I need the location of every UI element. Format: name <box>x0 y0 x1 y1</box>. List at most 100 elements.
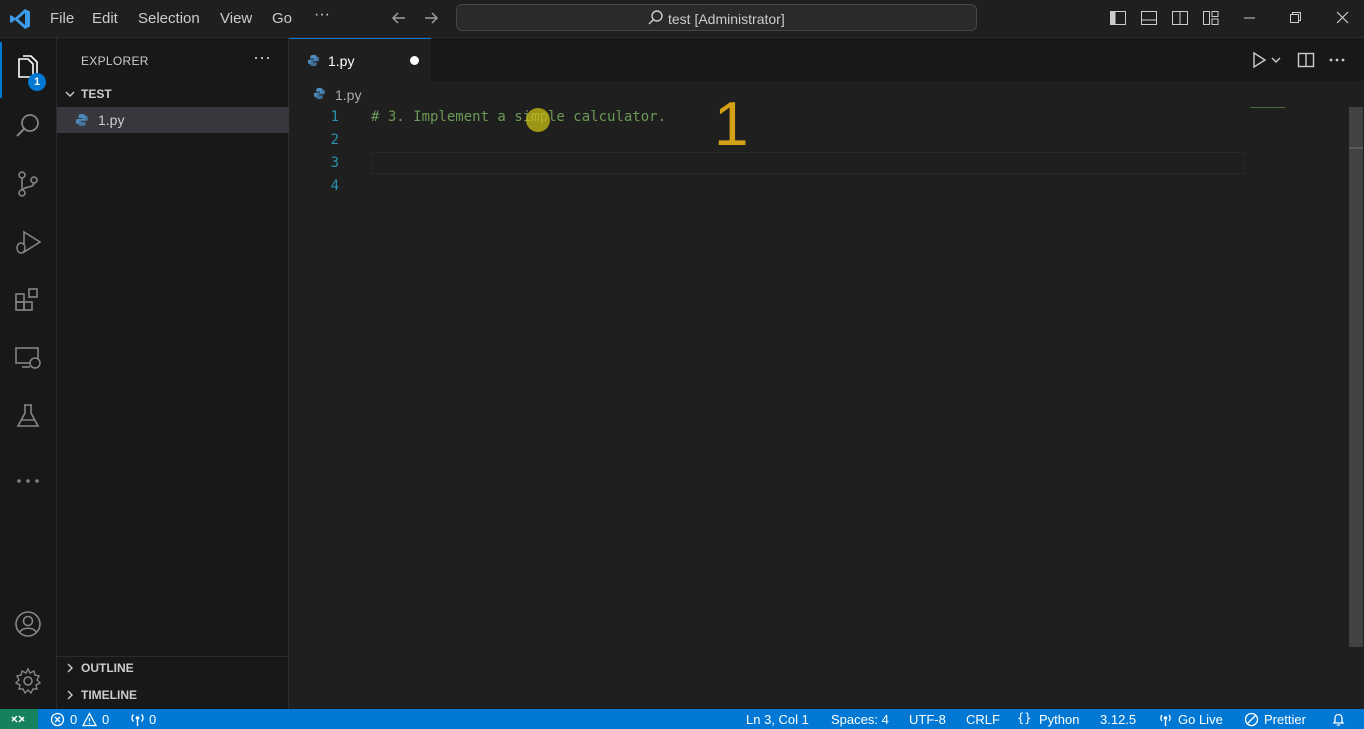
breadcrumb: 1.py <box>289 81 1364 107</box>
source-control-icon <box>18 171 38 197</box>
cursor-position[interactable]: Ln 3, Col 1 <box>746 712 809 727</box>
explorer-sidebar: EXPLORER ··· TEST 1.py OUTLINE TIMELINE <box>57 38 289 709</box>
file-name: 1.py <box>98 112 125 128</box>
account-icon <box>15 611 41 637</box>
explorer-title: EXPLORER <box>81 54 149 68</box>
active-indicator <box>0 42 2 98</box>
file-encoding[interactable]: UTF-8 <box>909 712 946 727</box>
restore-icon[interactable] <box>1287 9 1305 27</box>
explorer-badge: 1 <box>28 73 46 91</box>
go-live-broadcast-icon[interactable] <box>1158 712 1173 727</box>
indentation[interactable]: Spaces: 4 <box>831 712 889 727</box>
run-python-icon[interactable] <box>1249 50 1269 70</box>
editor-tab-bar: 1.py <box>289 38 1364 81</box>
python-file-icon <box>76 114 88 126</box>
activity-accounts[interactable] <box>0 598 57 646</box>
tab-label: 1.py <box>328 53 355 69</box>
menu-more[interactable]: ··· <box>314 6 330 24</box>
gear-icon <box>14 667 42 695</box>
close-window-icon[interactable] <box>1334 9 1352 27</box>
language-braces-icon[interactable]: {} <box>1017 711 1031 725</box>
ports-broadcast-icon[interactable] <box>130 712 145 727</box>
customize-layout-icon[interactable] <box>1202 9 1220 27</box>
run-debug-icon <box>16 230 42 254</box>
search-icon <box>648 10 663 25</box>
file-item-1py[interactable]: 1.py <box>57 107 289 133</box>
minimap[interactable] <box>1250 107 1285 108</box>
command-center-search[interactable]: test [Administrator] <box>456 4 977 31</box>
scrollbar-cursor-marker <box>1349 147 1363 149</box>
search-icon <box>16 114 39 137</box>
prettier-status[interactable]: Prettier <box>1264 712 1306 727</box>
menu-file[interactable]: File <box>50 10 74 27</box>
outline-section[interactable]: OUTLINE <box>57 657 289 679</box>
title-bar: File Edit Selection View Go ··· test [Ad… <box>0 0 1364 38</box>
timeline-label: TIMELINE <box>81 688 137 702</box>
activity-extensions[interactable] <box>0 274 57 322</box>
toggle-secondary-sidebar-icon[interactable] <box>1171 9 1189 27</box>
activity-source-control[interactable] <box>0 158 57 206</box>
forward-arrow-icon[interactable] <box>421 8 441 28</box>
split-editor-icon[interactable] <box>1296 50 1316 70</box>
unsaved-dot-icon[interactable] <box>410 56 419 65</box>
remote-explorer-icon <box>15 347 41 369</box>
code-line[interactable]: # 3. Implement a simple calculator. <box>371 109 666 125</box>
run-dropdown-chevron-icon[interactable] <box>1269 50 1283 70</box>
back-arrow-icon[interactable] <box>389 8 409 28</box>
warning-count[interactable]: 0 <box>102 712 109 727</box>
vertical-scrollbar[interactable] <box>1349 107 1363 647</box>
python-version[interactable]: 3.12.5 <box>1100 712 1136 727</box>
end-of-line[interactable]: CRLF <box>966 712 1000 727</box>
editor-more-actions-icon[interactable] <box>1327 50 1347 70</box>
activity-bar: 1 <box>0 38 57 709</box>
chevron-down-icon <box>65 91 75 97</box>
search-text: test [Administrator] <box>668 11 785 27</box>
mouse-cursor-highlight <box>526 108 550 132</box>
notifications-bell-icon[interactable] <box>1331 712 1346 727</box>
remote-indicator[interactable] <box>0 709 38 729</box>
outline-label: OUTLINE <box>81 661 134 675</box>
prettier-disabled-icon[interactable] <box>1244 712 1259 727</box>
extensions-icon <box>15 288 38 311</box>
folder-name: TEST <box>81 87 112 101</box>
python-file-icon <box>307 54 320 67</box>
current-line-highlight <box>371 152 1245 174</box>
toggle-panel-icon[interactable] <box>1140 9 1158 27</box>
ports-count[interactable]: 0 <box>149 712 156 727</box>
activity-run-debug[interactable] <box>0 216 57 264</box>
activity-manage[interactable] <box>0 655 57 703</box>
activity-testing[interactable] <box>0 390 57 438</box>
menu-selection[interactable]: Selection <box>138 10 200 27</box>
timeline-section[interactable]: TIMELINE <box>57 684 289 706</box>
activity-search[interactable] <box>0 100 57 148</box>
step-annotation: 1 <box>714 90 749 159</box>
code-editor[interactable]: 1 2 3 4 # 3. Implement a simple calculat… <box>289 90 1364 709</box>
line-number: 1 <box>330 109 339 125</box>
chevron-right-icon <box>67 663 73 673</box>
folder-section-test[interactable]: TEST <box>57 83 289 105</box>
menu-view[interactable]: View <box>220 10 252 27</box>
error-count[interactable]: 0 <box>70 712 77 727</box>
status-bar: 0 0 0 Ln 3, Col 1 Spaces: 4 UTF-8 CRLF {… <box>0 709 1364 729</box>
activity-remote-explorer[interactable] <box>0 332 57 380</box>
more-dots-icon <box>17 479 39 483</box>
warning-icon[interactable] <box>82 712 97 727</box>
explorer-more-button[interactable]: ··· <box>253 47 271 68</box>
menu-edit[interactable]: Edit <box>92 10 118 27</box>
menu-go[interactable]: Go <box>272 10 292 27</box>
tab-1py[interactable]: 1.py <box>289 38 431 81</box>
line-number: 4 <box>330 178 339 194</box>
activity-more[interactable] <box>0 448 57 496</box>
language-mode[interactable]: Python <box>1039 712 1079 727</box>
vscode-logo-icon <box>10 9 30 29</box>
go-live-button[interactable]: Go Live <box>1178 712 1223 727</box>
toggle-primary-sidebar-icon[interactable] <box>1109 9 1127 27</box>
error-icon[interactable] <box>50 712 65 727</box>
line-number: 2 <box>330 132 339 148</box>
minimize-icon[interactable] <box>1241 9 1259 27</box>
activity-explorer[interactable]: 1 <box>0 42 57 98</box>
breadcrumb-file[interactable]: 1.py <box>335 87 361 103</box>
python-file-icon <box>313 87 326 100</box>
line-number: 3 <box>330 155 339 171</box>
testing-flask-icon <box>16 404 40 427</box>
